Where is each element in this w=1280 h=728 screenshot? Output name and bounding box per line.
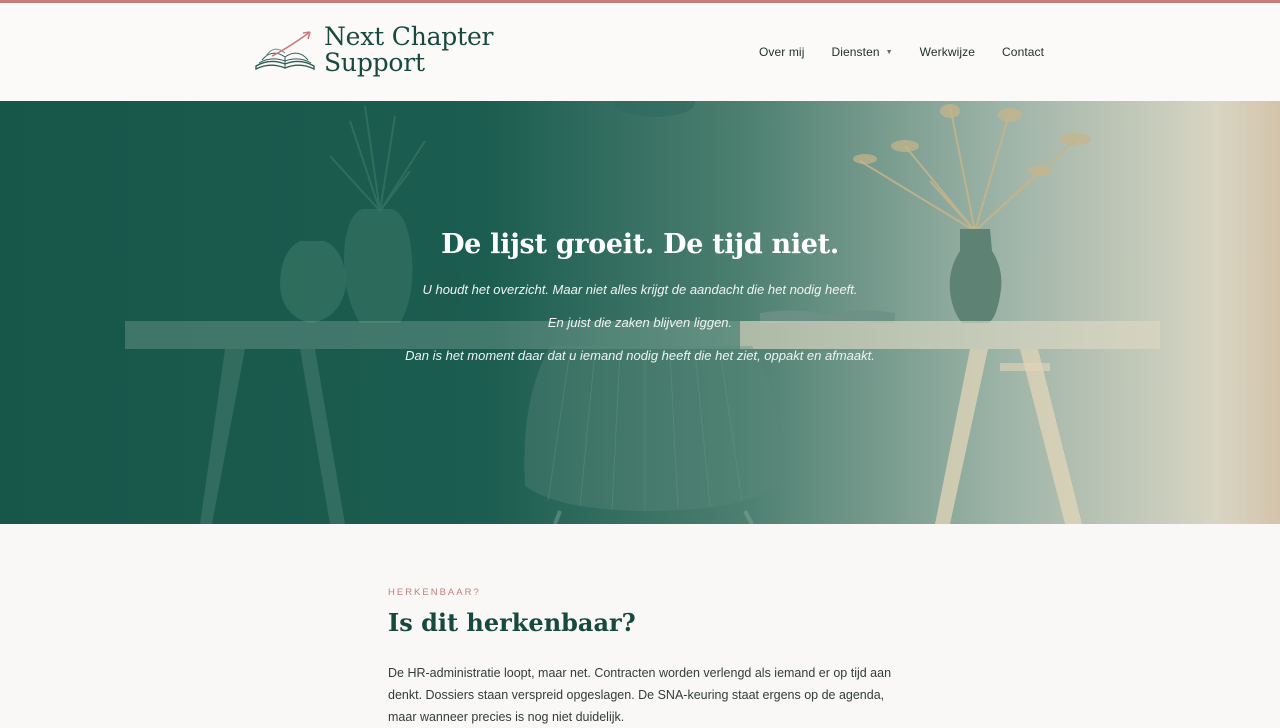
section-eyebrow: HERKENBAAR?: [388, 587, 481, 598]
nav-item-diensten[interactable]: Diensten ▼: [831, 45, 892, 59]
hero-text-line-2: En juist die zaken blijven liggen.: [547, 315, 733, 330]
chevron-down-icon: ▼: [885, 48, 893, 56]
section-title: Is dit herkenbaar?: [388, 608, 636, 637]
book-arrow-logo-icon: [255, 31, 315, 71]
hero-text-line-3: Dan is het moment daar dat u iemand nodi…: [405, 348, 875, 363]
nav-item-werkwijze[interactable]: Werkwijze: [920, 45, 975, 59]
hero-banner: De lijst groeit. De tijd niet. U houdt h…: [0, 101, 1280, 524]
nav-label: Werkwijze: [919, 45, 976, 59]
logo-line-1: Next Chapter: [324, 22, 494, 51]
section-body-text: De HR-administratie loopt, maar net. Con…: [388, 666, 892, 724]
nav-label: Over mij: [759, 45, 805, 59]
nav-item-over-mij[interactable]: Over mij: [759, 45, 804, 59]
nav-label: Contact: [1002, 45, 1045, 59]
hero-text-line-1: U houdt het overzicht. Maar niet alles k…: [422, 282, 858, 297]
hero-title: De lijst groeit. De tijd niet.: [441, 229, 839, 260]
nav-label: Diensten: [831, 45, 880, 59]
nav-item-contact[interactable]: Contact: [1002, 45, 1044, 59]
logo-line-2: Support: [324, 48, 425, 77]
site-logo[interactable]: Next Chapter Support: [252, 20, 493, 80]
hero-content: De lijst groeit. De tijd niet. U houdt h…: [0, 101, 1280, 524]
site-logo-text: Next Chapter Support: [324, 24, 493, 76]
main-nav: Over mij Diensten ▼ Werkwijze Contact: [759, 3, 1044, 101]
site-header: Next Chapter Support Over mij Diensten ▼…: [0, 3, 1280, 101]
